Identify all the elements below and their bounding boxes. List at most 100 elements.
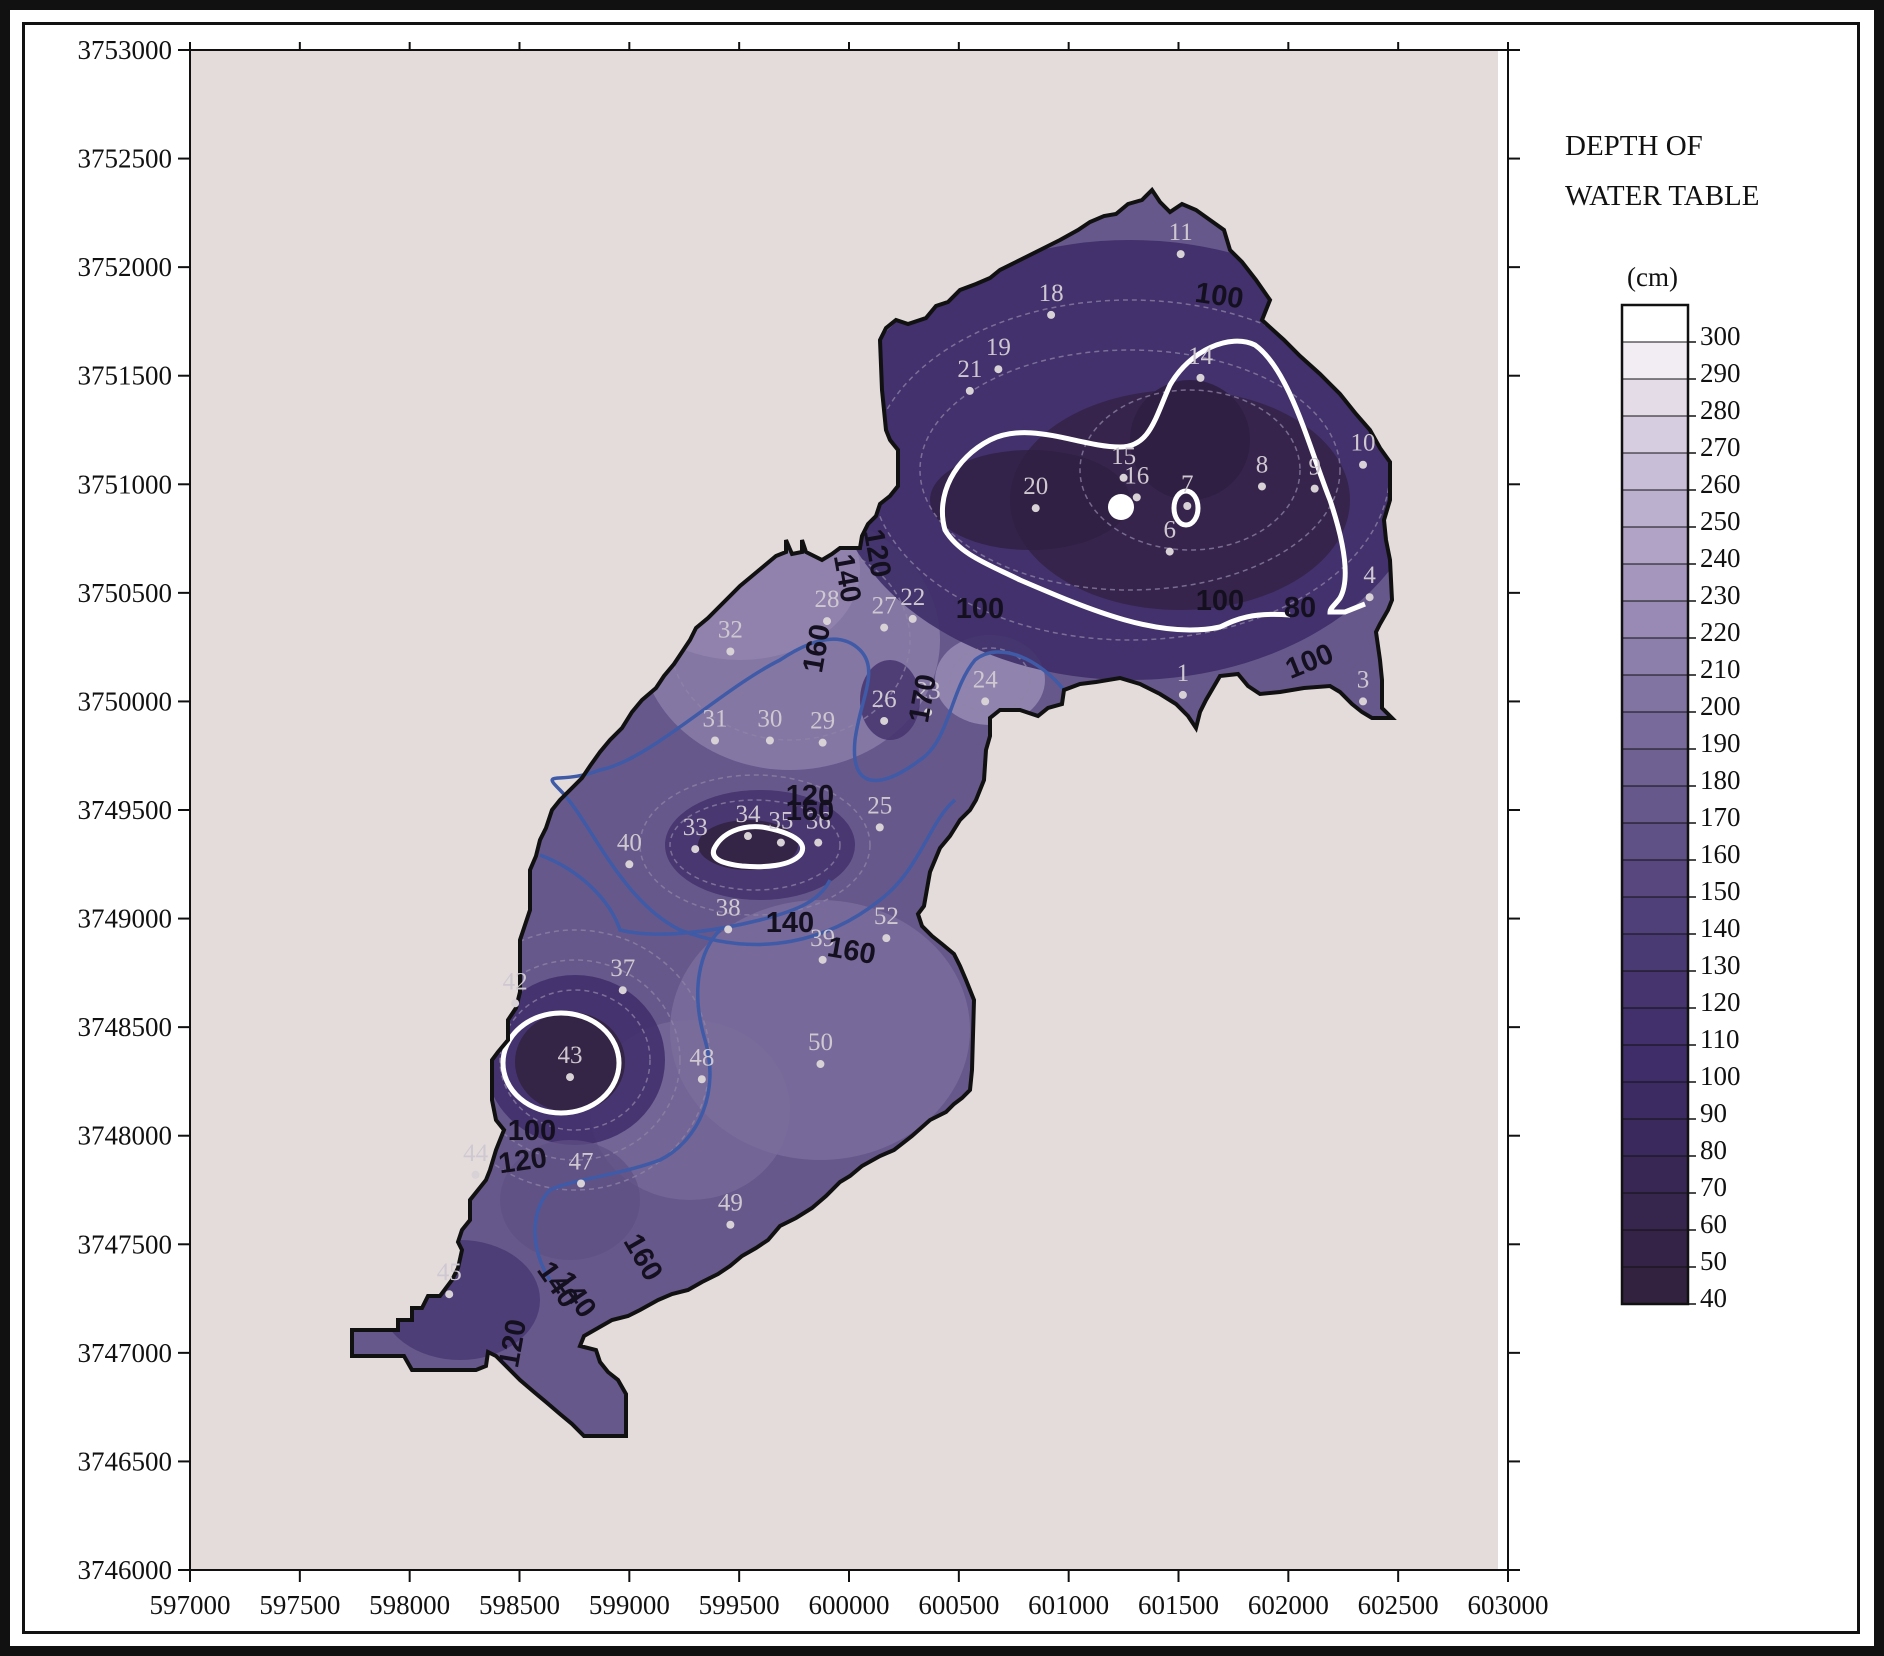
well-label: 43 [558, 1042, 583, 1069]
legend-level-label: 190 [1700, 728, 1741, 758]
y-tick-label: 3752000 [78, 252, 173, 282]
legend-level-label: 160 [1700, 839, 1741, 869]
well-label: 40 [617, 829, 642, 856]
well-label: 9 [1308, 454, 1321, 481]
legend-level-label: 140 [1700, 913, 1741, 943]
legend-swatch [1621, 748, 1689, 787]
x-tick-label: 601500 [1138, 1590, 1219, 1620]
well-label: 21 [957, 356, 982, 383]
well-marker [981, 697, 990, 706]
legend-swatch [1621, 1007, 1689, 1046]
well-label: 44 [463, 1140, 489, 1167]
y-tick-label: 3747000 [78, 1338, 173, 1368]
y-tick-label: 3751000 [78, 469, 173, 499]
x-tick-label: 599500 [699, 1590, 780, 1620]
well-marker [765, 736, 774, 745]
contour-label: 160 [786, 795, 834, 827]
well-label: 31 [703, 706, 728, 733]
well-marker [1365, 593, 1374, 602]
well-marker [697, 1075, 706, 1084]
well-marker [445, 1290, 454, 1299]
well-marker [471, 1170, 480, 1179]
x-tick-label: 600500 [918, 1590, 999, 1620]
well-marker [1176, 250, 1185, 259]
well-marker [882, 934, 891, 943]
well-marker [1047, 310, 1056, 319]
legend-unit: (cm) [1627, 262, 1678, 292]
x-tick-label: 602000 [1248, 1590, 1329, 1620]
legend-level-label: 180 [1700, 765, 1741, 795]
legend-swatch [1621, 1192, 1689, 1231]
legend-level-label: 260 [1700, 469, 1741, 499]
well-marker [577, 1179, 586, 1188]
well-marker [1183, 502, 1192, 510]
well-marker [816, 1060, 825, 1069]
well-marker [1031, 504, 1040, 513]
well-marker [1132, 493, 1141, 502]
well-marker [875, 823, 884, 832]
y-tick-label: 3746000 [78, 1555, 173, 1585]
well-label: 11 [1169, 219, 1193, 246]
well-label: 42 [503, 968, 528, 995]
well-marker [818, 738, 827, 747]
legend-swatch [1621, 637, 1689, 676]
y-tick-label: 3746500 [78, 1446, 173, 1476]
legend-swatch [1621, 304, 1689, 343]
legend: DEPTH OF WATER TABLE (cm) 300 290 280 270 26… [1565, 130, 1760, 1313]
legend-swatch [1621, 785, 1689, 824]
legend-swatch [1621, 452, 1689, 491]
legend-level-label: 250 [1700, 506, 1741, 536]
well-label: 6 [1163, 517, 1176, 544]
legend-swatch [1621, 489, 1689, 528]
well-label: 50 [808, 1029, 833, 1056]
legend-level-label: 50 [1700, 1246, 1727, 1276]
legend-level-label: 90 [1700, 1098, 1727, 1128]
well-label: 47 [569, 1148, 594, 1175]
well-marker [1359, 697, 1368, 706]
well-label: 37 [610, 955, 635, 982]
y-tick-label: 3749500 [78, 795, 173, 825]
y-tick-label: 3748000 [78, 1121, 173, 1151]
legend-level-label: 220 [1700, 617, 1741, 647]
well-label: 32 [718, 616, 743, 643]
y-tick-label: 3751500 [78, 361, 173, 391]
x-tick-label: 601000 [1028, 1590, 1109, 1620]
legend-level-label: 60 [1700, 1209, 1727, 1239]
well-marker [566, 1073, 575, 1082]
y-tick-label: 3749000 [78, 904, 173, 934]
legend-level-label: 70 [1700, 1172, 1727, 1202]
well-label: 19 [986, 334, 1011, 361]
legend-swatch [1621, 563, 1689, 602]
legend-swatch [1621, 859, 1689, 898]
legend-swatch [1621, 341, 1689, 380]
y-tick-label: 3750500 [78, 578, 173, 608]
well-marker [1359, 460, 1368, 469]
well-label: 16 [1124, 462, 1149, 489]
x-tick-label: 597000 [150, 1590, 231, 1620]
legend-level-label: 170 [1700, 802, 1741, 832]
well-label: 49 [718, 1190, 743, 1217]
contour-label: 140 [766, 907, 814, 939]
well-label: 38 [716, 894, 741, 921]
legend-level-label: 110 [1700, 1024, 1740, 1054]
legend-swatch [1621, 1155, 1689, 1194]
legend-swatch [1621, 415, 1689, 454]
legend-swatch [1621, 896, 1689, 935]
legend-level-label: 130 [1700, 950, 1741, 980]
y-tick-label: 3753000 [78, 35, 173, 65]
legend-level-label: 200 [1700, 691, 1741, 721]
legend-swatch [1621, 1266, 1689, 1305]
contour-label: 100 [1193, 277, 1245, 315]
map-chart: 1 34678 91011141516181920212223 24252627282… [78, 35, 1760, 1620]
legend-swatch [1621, 378, 1689, 417]
legend-level-label: 300 [1700, 321, 1741, 351]
well-label: 26 [872, 686, 897, 713]
well-marker [743, 832, 752, 841]
well-marker [1165, 547, 1174, 556]
well-label: 30 [757, 706, 782, 733]
x-tick-label: 599000 [589, 1590, 670, 1620]
legend-level-label: 150 [1700, 876, 1741, 906]
legend-level-label: 40 [1700, 1283, 1727, 1313]
x-tick-label: 602500 [1358, 1590, 1439, 1620]
well-marker [1178, 690, 1187, 699]
